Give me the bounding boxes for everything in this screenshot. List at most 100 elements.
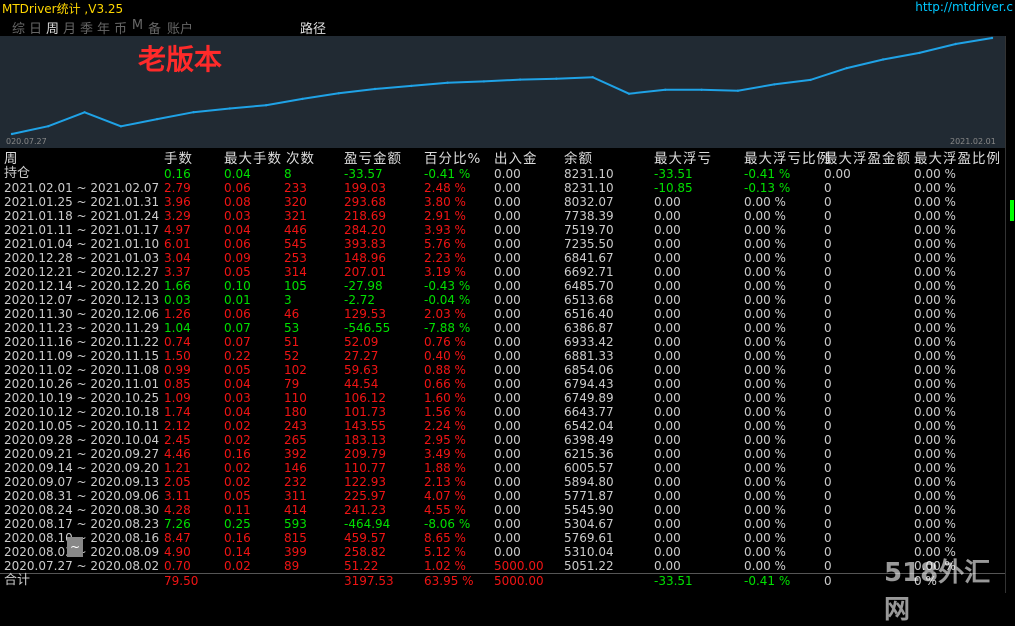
cell-max-lots: 0.06: [224, 237, 251, 251]
table-row[interactable]: 2020.11.16 ~ 2020.11.22 0.74 0.07 51 52.09 0.…: [4, 335, 1005, 349]
tab-9[interactable]: 账户: [163, 18, 197, 37]
col-max-dd[interactable]: 最大浮亏: [654, 152, 712, 167]
cell-count: 146: [284, 461, 307, 475]
equity-point: [47, 125, 50, 128]
cell-flow: 0.00: [494, 363, 521, 377]
cell-week: 2020.08.17 ~ 2020.08.23: [4, 517, 160, 531]
table-row[interactable]: 2020.09.07 ~ 2020.09.13 2.05 0.02 232 122.93…: [4, 475, 1005, 489]
table-row[interactable]: 2020.08.17 ~ 2020.08.23 7.26 0.25 593 -464.9…: [4, 517, 1005, 531]
chart-start-label: 020.07.27: [6, 137, 47, 146]
cell-max-fp: 0: [824, 377, 832, 391]
table-row[interactable]: 2020.10.26 ~ 2020.11.01 0.85 0.04 79 44.54 0.…: [4, 377, 1005, 391]
cell-max-dd-pct: 0.00 %: [744, 391, 786, 405]
table-row[interactable]: 2020.11.23 ~ 2020.11.29 1.04 0.07 53 -546.55…: [4, 321, 1005, 335]
tab-0[interactable]: 综: [10, 18, 27, 37]
table-row[interactable]: 2020.10.12 ~ 2020.10.18 1.74 0.04 180 101.73…: [4, 405, 1005, 419]
equity-point: [119, 125, 123, 128]
tab-2[interactable]: 周: [44, 18, 61, 37]
table-row[interactable]: 2020.07.27 ~ 2020.08.02 0.70 0.02 89 51.22 1.…: [4, 559, 1005, 573]
cell-count: 243: [284, 419, 307, 433]
cell-count: 3: [284, 293, 292, 307]
cell-max-fp: 0: [824, 265, 832, 279]
table-row[interactable]: 2021.02.01 ~ 2021.02.07 2.79 0.06 233 199.03…: [4, 181, 1005, 195]
table-row[interactable]: 2021.01.18 ~ 2021.01.24 3.29 0.03 321 218.69…: [4, 209, 1005, 223]
table-row[interactable]: 2020.10.05 ~ 2020.10.11 2.12 0.02 243 143.55…: [4, 419, 1005, 433]
tab-8[interactable]: 备: [146, 18, 163, 37]
equity-point: [446, 81, 449, 84]
col-pl[interactable]: 盈亏金额: [344, 152, 402, 167]
site-url[interactable]: http://mtdriver.c: [915, 0, 1013, 14]
cell-max-dd-pct: 0.00 %: [744, 531, 786, 545]
tab-7[interactable]: M: [129, 18, 146, 34]
col-week[interactable]: 周: [4, 152, 19, 167]
cell-count: 53: [284, 321, 300, 335]
table-row[interactable]: 2020.12.21 ~ 2020.12.27 3.37 0.05 314 207.01…: [4, 265, 1005, 279]
table-header: 周 手数 最大手数 次数 盈亏金额 百分比% 出入金 余额 最大浮亏 最大浮亏比…: [4, 152, 1005, 167]
tab-5[interactable]: 年: [95, 18, 112, 37]
cell-balance: 5769.61: [564, 531, 614, 545]
table-row[interactable]: 2020.11.30 ~ 2020.12.06 1.26 0.06 46 129.53 2…: [4, 307, 1005, 321]
table-row[interactable]: 2020.10.19 ~ 2020.10.25 1.09 0.03 110 106.12…: [4, 391, 1005, 405]
cell-balance: 6516.40: [564, 307, 614, 321]
cell-max-fp-pct: 0.00 %: [914, 461, 956, 475]
tab-path[interactable]: 路径: [300, 18, 326, 37]
tab-1[interactable]: 日: [27, 18, 44, 37]
cell-week: 2021.01.11 ~ 2021.01.17: [4, 223, 160, 237]
total-row[interactable]: 合计 79.50 3197.53 63.95 % 5000.00 -33.51 …: [4, 574, 1005, 589]
cell-count: 51: [284, 335, 300, 349]
cell-count: 593: [284, 517, 307, 531]
table-row[interactable]: 2020.11.09 ~ 2020.11.15 1.50 0.22 52 27.27 0.…: [4, 349, 1005, 363]
table-row[interactable]: 2021.01.04 ~ 2021.01.10 6.01 0.06 545 393.83…: [4, 237, 1005, 251]
cell-max-fp: 0: [824, 237, 832, 251]
cell-max-fp-pct: 0.00 %: [914, 405, 956, 419]
col-flow[interactable]: 出入金: [494, 152, 538, 167]
cell-lots: 1.74: [164, 405, 191, 419]
tab-3[interactable]: 月: [61, 18, 78, 37]
cell-max-dd: -10.85: [654, 181, 693, 195]
col-max-fp-pct[interactable]: 最大浮盈比例: [914, 152, 1001, 167]
cell-max-fp-pct: 0.00 %: [914, 335, 956, 349]
col-max-lots[interactable]: 最大手数: [224, 152, 282, 167]
cell-max-dd: 0.00: [654, 265, 681, 279]
table-row[interactable]: 2020.12.14 ~ 2020.12.20 1.66 0.10 105 -27.98…: [4, 279, 1005, 293]
cell-week: 2021.01.04 ~ 2021.01.10: [4, 237, 160, 251]
annotation-old-version: 老版本: [138, 43, 223, 76]
cell-max-fp-pct: 0.00 %: [914, 531, 956, 545]
table-row[interactable]: 2020.11.02 ~ 2020.11.08 0.99 0.05 102 59.63 0…: [4, 363, 1005, 377]
cell-max-lots: 0.02: [224, 475, 251, 489]
position-row[interactable]: 持仓 0.16 0.04 8 -33.57 -0.41 % 0.00 8231.…: [4, 167, 1005, 182]
scroll-button[interactable]: ~: [67, 537, 83, 557]
table-row[interactable]: 2020.12.28 ~ 2021.01.03 3.04 0.09 253 148.96…: [4, 251, 1005, 265]
cell-lots: 3.37: [164, 265, 191, 279]
tab-6[interactable]: 币: [112, 18, 129, 37]
chart-end-label: 2021.02.01: [950, 137, 996, 146]
cell-flow: 0.00: [494, 265, 521, 279]
table-row[interactable]: 2021.01.11 ~ 2021.01.17 4.97 0.04 446 284.20…: [4, 223, 1005, 237]
table-row[interactable]: 2020.09.14 ~ 2020.09.20 1.21 0.02 146 110.77…: [4, 461, 1005, 475]
table-row[interactable]: 2020.08.10 ~ 2020.08.168.470.16815459.57…: [4, 531, 1005, 545]
table-row[interactable]: 2020.09.28 ~ 2020.10.04 2.45 0.02 265 183.13…: [4, 433, 1005, 447]
cell-max-fp: 0: [824, 223, 832, 237]
table-row[interactable]: 2020.08.03 ~ 2020.08.094.900.14399258.82…: [4, 545, 1005, 559]
cell-balance: 7738.39: [564, 209, 614, 223]
col-max-dd-pct[interactable]: 最大浮亏比例: [744, 152, 831, 167]
col-count[interactable]: 次数: [286, 152, 315, 167]
cell-max-dd: 0.00: [654, 279, 681, 293]
table-row[interactable]: 2020.08.24 ~ 2020.08.30 4.28 0.11 414 241.23…: [4, 503, 1005, 517]
cell-max-dd-pct: 0.00 %: [744, 293, 786, 307]
table-row[interactable]: 2020.08.31 ~ 2020.09.06 3.11 0.05 311 225.97…: [4, 489, 1005, 503]
col-pct[interactable]: 百分比%: [424, 152, 481, 167]
cell-max-lots: 0.04: [224, 405, 251, 419]
cell-pl: -2.72: [344, 293, 376, 307]
col-lots[interactable]: 手数: [164, 152, 193, 167]
cell-flow: 0.00: [494, 503, 521, 517]
cell-lots: 0.85: [164, 377, 191, 391]
table-row[interactable]: 2021.01.25 ~ 2021.01.31 3.96 0.08 320 293.68…: [4, 195, 1005, 209]
cell-max-fp-pct: 0.00 %: [914, 321, 956, 335]
tab-4[interactable]: 季: [78, 18, 95, 37]
col-max-fp[interactable]: 最大浮盈金额: [824, 152, 911, 167]
table-row[interactable]: 2020.09.21 ~ 2020.09.27 4.46 0.16 392 209.79…: [4, 447, 1005, 461]
table-row[interactable]: 2020.12.07 ~ 2020.12.13 0.03 0.01 3 -2.72 -0.…: [4, 293, 1005, 307]
col-balance[interactable]: 余额: [564, 152, 593, 167]
cell-pl: -27.98: [344, 279, 383, 293]
